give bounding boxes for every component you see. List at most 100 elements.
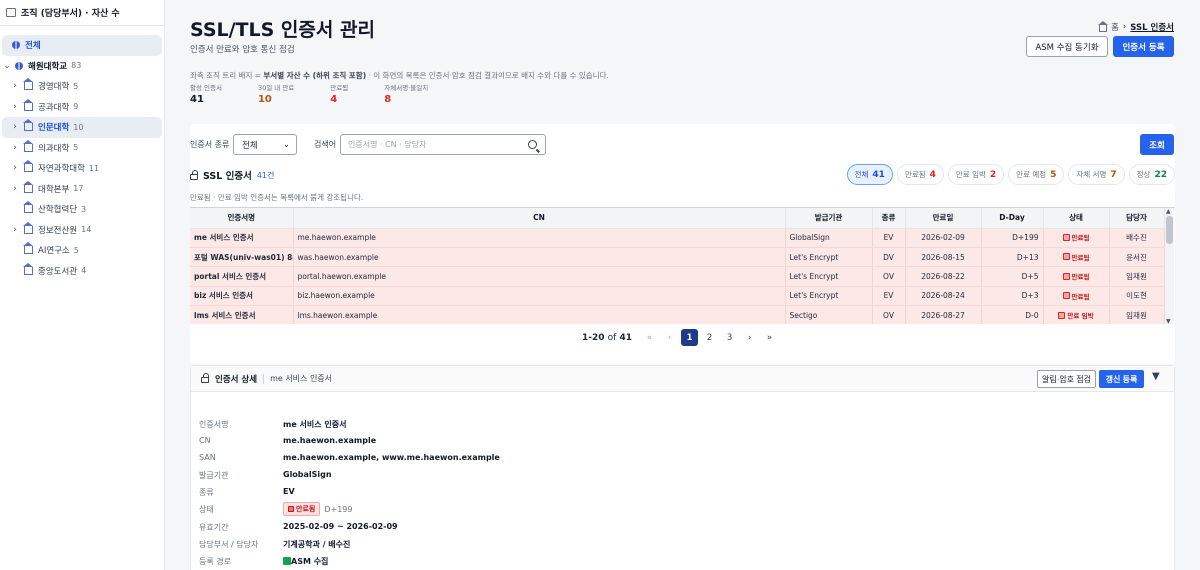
breadcrumb-home[interactable]: 홈 — [1111, 21, 1119, 33]
table-row[interactable]: lms 서비스 인증서 lms.haewon.example Sectigo O… — [190, 305, 1165, 324]
col-header[interactable]: 인증서명 — [190, 208, 294, 229]
tree-item-medicine[interactable]: › 의과대학 5 — [0, 138, 164, 159]
type-select[interactable]: 전체 ⌄ — [233, 134, 297, 155]
field-value-source: ASM 수집 — [283, 556, 328, 567]
alert-check-button[interactable]: 알림·암호 점검 — [1037, 370, 1096, 388]
cell-owner: 이도현 — [1109, 286, 1165, 307]
chevron-right-icon[interactable]: › — [10, 81, 20, 91]
tree-item-label: 대학본부 — [38, 184, 70, 195]
chevron-right-icon[interactable]: › — [10, 122, 20, 132]
table-row[interactable]: portal 서비스 인증서 portal.haewon.example Let… — [190, 266, 1165, 287]
stat-value: 8 — [384, 94, 392, 105]
page-subtitle: 인증서 만료와 암호 통신 점검 — [190, 45, 295, 55]
cell-name: me 서비스 인증서 — [190, 228, 294, 248]
home-icon[interactable] — [1098, 20, 1109, 32]
first-page-icon[interactable]: « — [641, 329, 658, 346]
cell-expiry: 2026-08-15 — [905, 247, 982, 268]
chip-imminent[interactable]: 만료 임박 2 — [947, 164, 1005, 185]
notice-suffix: · 이 화면의 목록은 인증서·암호 점검 결과이므로 배지 수와 다를 수 있… — [366, 71, 609, 80]
col-header[interactable]: D-Day — [981, 208, 1044, 229]
chevron-right-icon[interactable]: › — [10, 143, 20, 153]
search-icon[interactable] — [528, 140, 537, 149]
tree-item-all[interactable]: 전체 — [2, 35, 162, 56]
search-input[interactable] — [348, 140, 518, 149]
page-button[interactable]: 3 — [721, 329, 738, 346]
tree-item-count: 5 — [73, 245, 79, 255]
asm-sync-button[interactable]: ASM 수집 동기화 — [1026, 36, 1108, 57]
cert-detail-card: 인증서 상세 me 서비스 인증서 알림·암호 점검 갱신 등록 ▼ 인증서명 … — [190, 365, 1175, 570]
dday-value: D+199 — [324, 505, 353, 514]
last-page-icon[interactable]: » — [761, 329, 778, 346]
col-header[interactable]: 만료일 — [905, 208, 982, 229]
chip-count: 22 — [1154, 169, 1167, 180]
chevron-right-icon[interactable]: › — [10, 102, 20, 112]
stat-value: 41 — [190, 94, 204, 105]
table-row[interactable]: me 서비스 인증서 me.haewon.example GlobalSign … — [190, 228, 1165, 248]
chevron-right-icon[interactable]: › — [10, 184, 20, 194]
tree-item-university[interactable]: ⌄ 해원대학교 83 — [0, 56, 164, 77]
list-count: 41건 — [256, 170, 275, 180]
tree-item-label: 정보전산원 — [38, 225, 78, 236]
chip-upcoming[interactable]: 만료 예정 5 — [1008, 164, 1065, 185]
table-scrollbar[interactable]: ▲ ▼ — [1165, 208, 1174, 324]
scroll-up-icon[interactable]: ▲ — [1166, 208, 1171, 215]
alert-icon — [1058, 311, 1066, 319]
query-button[interactable]: 조회 — [1140, 134, 1174, 155]
field-value: me.haewon.example — [283, 436, 377, 445]
tree-item-science[interactable]: › 자연과학대학 11 — [0, 158, 164, 179]
page-button[interactable]: 1 — [681, 329, 699, 346]
tree-item-count: 17 — [73, 184, 84, 194]
tree-item-computing[interactable]: › 정보전산원 14 — [0, 220, 164, 241]
register-cert-button[interactable]: 인증서 등록 — [1113, 36, 1174, 57]
notice-text: 좌측 조직 트리 배지 = 부서별 자산 수 (하위 조직 포함) · 이 화면… — [190, 70, 609, 81]
prev-page-icon[interactable]: ‹ — [661, 329, 678, 346]
field-value: me.haewon.example, www.me.haewon.example — [283, 453, 500, 462]
next-page-icon[interactable]: › — [741, 329, 758, 346]
renew-button[interactable]: 갱신 등록 — [1099, 370, 1144, 388]
status-badge: 만료됨 — [1062, 252, 1090, 262]
breadcrumb-current[interactable]: SSL 인증서 — [1130, 21, 1174, 33]
table-row[interactable]: biz 서비스 인증서 biz.haewon.example Let's Enc… — [190, 286, 1165, 307]
tree-item-ai-lab[interactable]: AI연구소 5 — [0, 240, 164, 261]
tree-item-business[interactable]: › 경영대학 5 — [0, 76, 164, 97]
chevron-down-icon[interactable]: ⌄ — [2, 61, 12, 71]
cell-owner: 윤서진 — [1109, 247, 1165, 268]
status-text: 만료됨 — [1071, 253, 1090, 262]
scroll-thumb[interactable] — [1166, 216, 1173, 244]
detail-title: 인증서 상세 — [215, 374, 258, 385]
tree-item-hq[interactable]: › 대학본부 17 — [0, 179, 164, 200]
building-icon — [23, 201, 33, 214]
alert-icon — [1062, 253, 1070, 261]
cell-name: portal 서비스 인증서 — [190, 266, 294, 287]
tree-item-engineering[interactable]: › 공과대학 9 — [0, 97, 164, 118]
tree-item-library[interactable]: 중앙도서관 4 — [0, 261, 164, 282]
col-header[interactable]: 종류 — [872, 208, 906, 229]
list-title-text: SSL 인증서 — [203, 171, 252, 182]
chip-count: 41 — [872, 169, 885, 180]
cell-issuer: GlobalSign — [785, 228, 873, 248]
col-header[interactable]: CN — [293, 208, 786, 229]
stat-label: 30일 내 만료 — [257, 84, 295, 92]
status-badge: 만료됨 — [283, 502, 321, 516]
col-header[interactable]: 담당자 — [1109, 208, 1165, 229]
chevron-right-icon[interactable]: › — [10, 225, 20, 235]
search-field[interactable] — [340, 134, 546, 155]
cell-issuer: Sectigo — [785, 305, 873, 324]
page-button[interactable]: 2 — [701, 329, 718, 346]
tree-item-label: 산학협력단 — [38, 205, 78, 216]
tree-item-humanities[interactable]: › 인문대학 10 — [2, 117, 162, 138]
chevron-right-icon[interactable]: › — [10, 163, 20, 173]
list-title: SSL 인증서 41건 — [190, 168, 274, 182]
table-row[interactable]: 포털 WAS(univ-was01) 8443 was.haewon.examp… — [190, 247, 1165, 268]
field-value: EV — [283, 487, 295, 496]
chip-normal[interactable]: 정상 22 — [1128, 164, 1175, 185]
chip-expired[interactable]: 만료됨 4 — [896, 164, 944, 185]
chip-all[interactable]: 전체 41 — [846, 164, 893, 185]
col-header[interactable]: 상태 — [1043, 208, 1110, 229]
scroll-down-icon[interactable]: ▼ — [1166, 318, 1171, 324]
chip-selfsigned[interactable]: 자체 서명 7 — [1068, 164, 1125, 185]
tree-item-industry[interactable]: 산학협력단 3 — [0, 199, 164, 220]
collapse-icon[interactable]: ▼ — [1152, 371, 1160, 382]
cell-cn: me.haewon.example — [293, 228, 786, 248]
col-header[interactable]: 발급기관 — [785, 208, 873, 229]
